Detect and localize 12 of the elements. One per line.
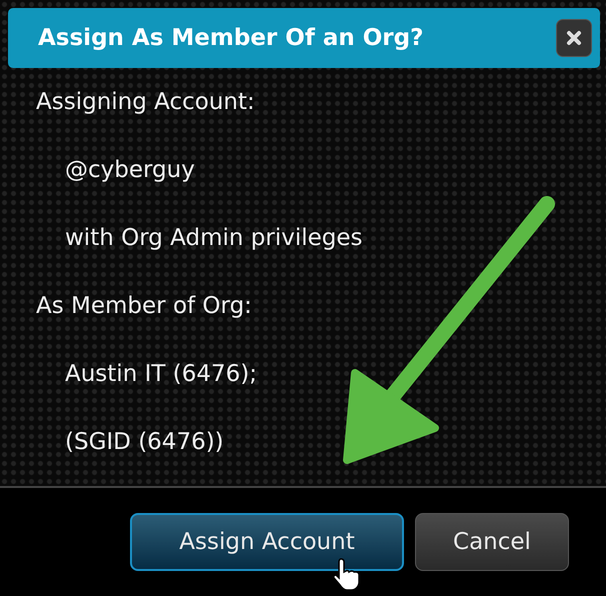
- field-value: @cyberguy: [64, 156, 196, 185]
- field-value: (SGID (6476)): [64, 428, 225, 457]
- hand-cursor-icon: [333, 557, 361, 591]
- field-label: As Member of Org:: [36, 292, 253, 321]
- field-label: Assigning Account:: [36, 88, 256, 117]
- cancel-button[interactable]: Cancel: [415, 513, 569, 571]
- dialog-title: Assign As Member Of an Org?: [38, 25, 424, 51]
- field-value: Austin IT (6476);: [64, 360, 258, 389]
- close-icon: [566, 30, 582, 46]
- close-button[interactable]: [556, 19, 592, 57]
- assign-button[interactable]: Assign Account: [130, 513, 404, 571]
- field-value: with Org Admin privileges: [64, 224, 364, 253]
